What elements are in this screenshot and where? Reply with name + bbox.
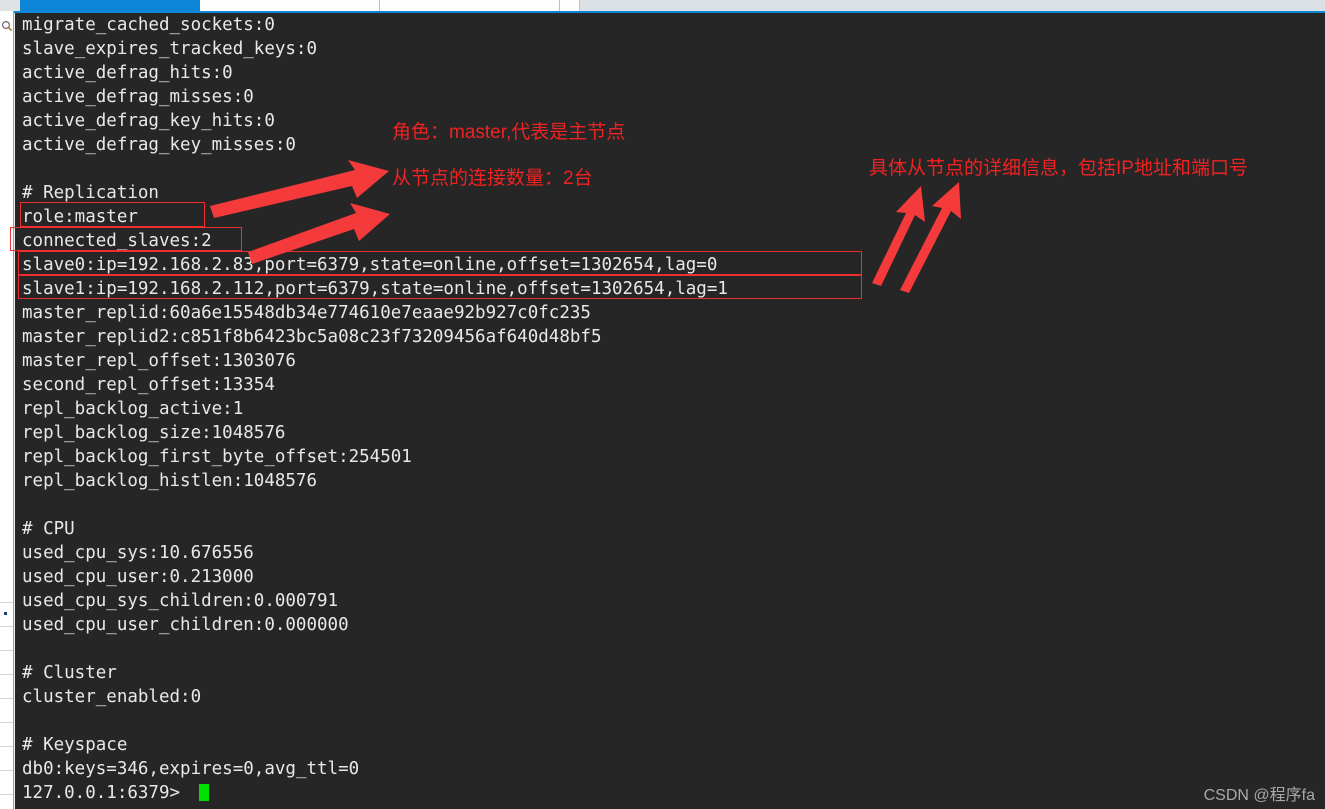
terminal-line: repl_backlog_histlen:1048576: [22, 471, 318, 491]
search-icon[interactable]: [1, 17, 13, 32]
terminal-line: # Replication: [22, 183, 159, 203]
terminal-line: cluster_enabled:0: [22, 687, 202, 707]
terminal-line: master_replid:60a6e15548db34e774610e7eaa…: [22, 303, 591, 323]
gutter-row: [0, 795, 13, 809]
window-tab-strip: [0, 0, 1325, 11]
gutter-row: [0, 603, 13, 627]
terminal-line: used_cpu_user_children:0.000000: [22, 615, 349, 635]
terminal-line: master_replid2:c851f8b6423bc5a08c23f7320…: [22, 327, 602, 347]
terminal-line: # Cluster: [22, 663, 117, 683]
watermark: CSDN @程序fa: [1203, 787, 1315, 804]
terminal-line: master_repl_offset:1303076: [22, 351, 296, 371]
gutter-row: [0, 747, 13, 771]
terminal-line: used_cpu_sys:10.676556: [22, 543, 254, 563]
terminal-line: repl_backlog_active:1: [22, 399, 244, 419]
gutter-marker-dot: [4, 612, 7, 615]
terminal-line: second_repl_offset:13354: [22, 375, 275, 395]
terminal-line: active_defrag_hits:0: [22, 63, 233, 83]
terminal-line: db0:keys=346,expires=0,avg_ttl=0: [22, 759, 360, 779]
tab-3[interactable]: [380, 0, 560, 11]
tabstrip-left-spacer: [0, 0, 20, 11]
terminal-line: migrate_cached_sockets:0: [22, 15, 275, 35]
terminal-line: connected_slaves:2: [22, 231, 212, 251]
gutter-row: [0, 771, 13, 795]
tab-2[interactable]: [200, 0, 380, 11]
terminal-line: active_defrag_key_hits:0: [22, 111, 275, 131]
terminal-line: slave0:ip=192.168.2.83,port=6379,state=o…: [22, 255, 718, 275]
gutter-row: [0, 675, 13, 699]
terminal-line: slave_expires_tracked_keys:0: [22, 39, 318, 59]
gutter-row-dividers: [0, 579, 13, 809]
terminal-line: repl_backlog_size:1048576: [22, 423, 286, 443]
terminal-line: active_defrag_misses:0: [22, 87, 254, 107]
gutter-row: [0, 579, 13, 603]
terminal-line: repl_backlog_first_byte_offset:254501: [22, 447, 412, 467]
tab-active[interactable]: [20, 0, 200, 11]
gutter-row: [0, 651, 13, 675]
left-gutter-panel: [0, 11, 14, 809]
terminal-cursor: [198, 784, 209, 801]
terminal-line: used_cpu_user:0.213000: [22, 567, 254, 587]
terminal-line: slave1:ip=192.168.2.112,port=6379,state=…: [22, 279, 728, 299]
terminal-line: used_cpu_sys_children:0.000791: [22, 591, 339, 611]
terminal-line: role:master: [22, 207, 138, 227]
gutter-row: [0, 699, 13, 723]
tabstrip-filler: [580, 0, 1325, 11]
terminal-line: # Keyspace: [22, 735, 128, 755]
terminal-line-list: migrate_cached_sockets:0 slave_expires_tr…: [22, 13, 1312, 805]
gutter-row: [0, 723, 13, 747]
terminal-output-area[interactable]: migrate_cached_sockets:0 slave_expires_tr…: [15, 13, 1325, 809]
terminal-line: active_defrag_key_misses:0: [22, 135, 296, 155]
terminal-prompt-line: 127.0.0.1:6379>: [22, 781, 1312, 805]
gutter-row: [0, 627, 13, 651]
terminal-line: # CPU: [22, 519, 75, 539]
tab-4[interactable]: [560, 0, 580, 11]
redis-cli-info-screenshot: migrate_cached_sockets:0 slave_expires_tr…: [0, 0, 1325, 809]
